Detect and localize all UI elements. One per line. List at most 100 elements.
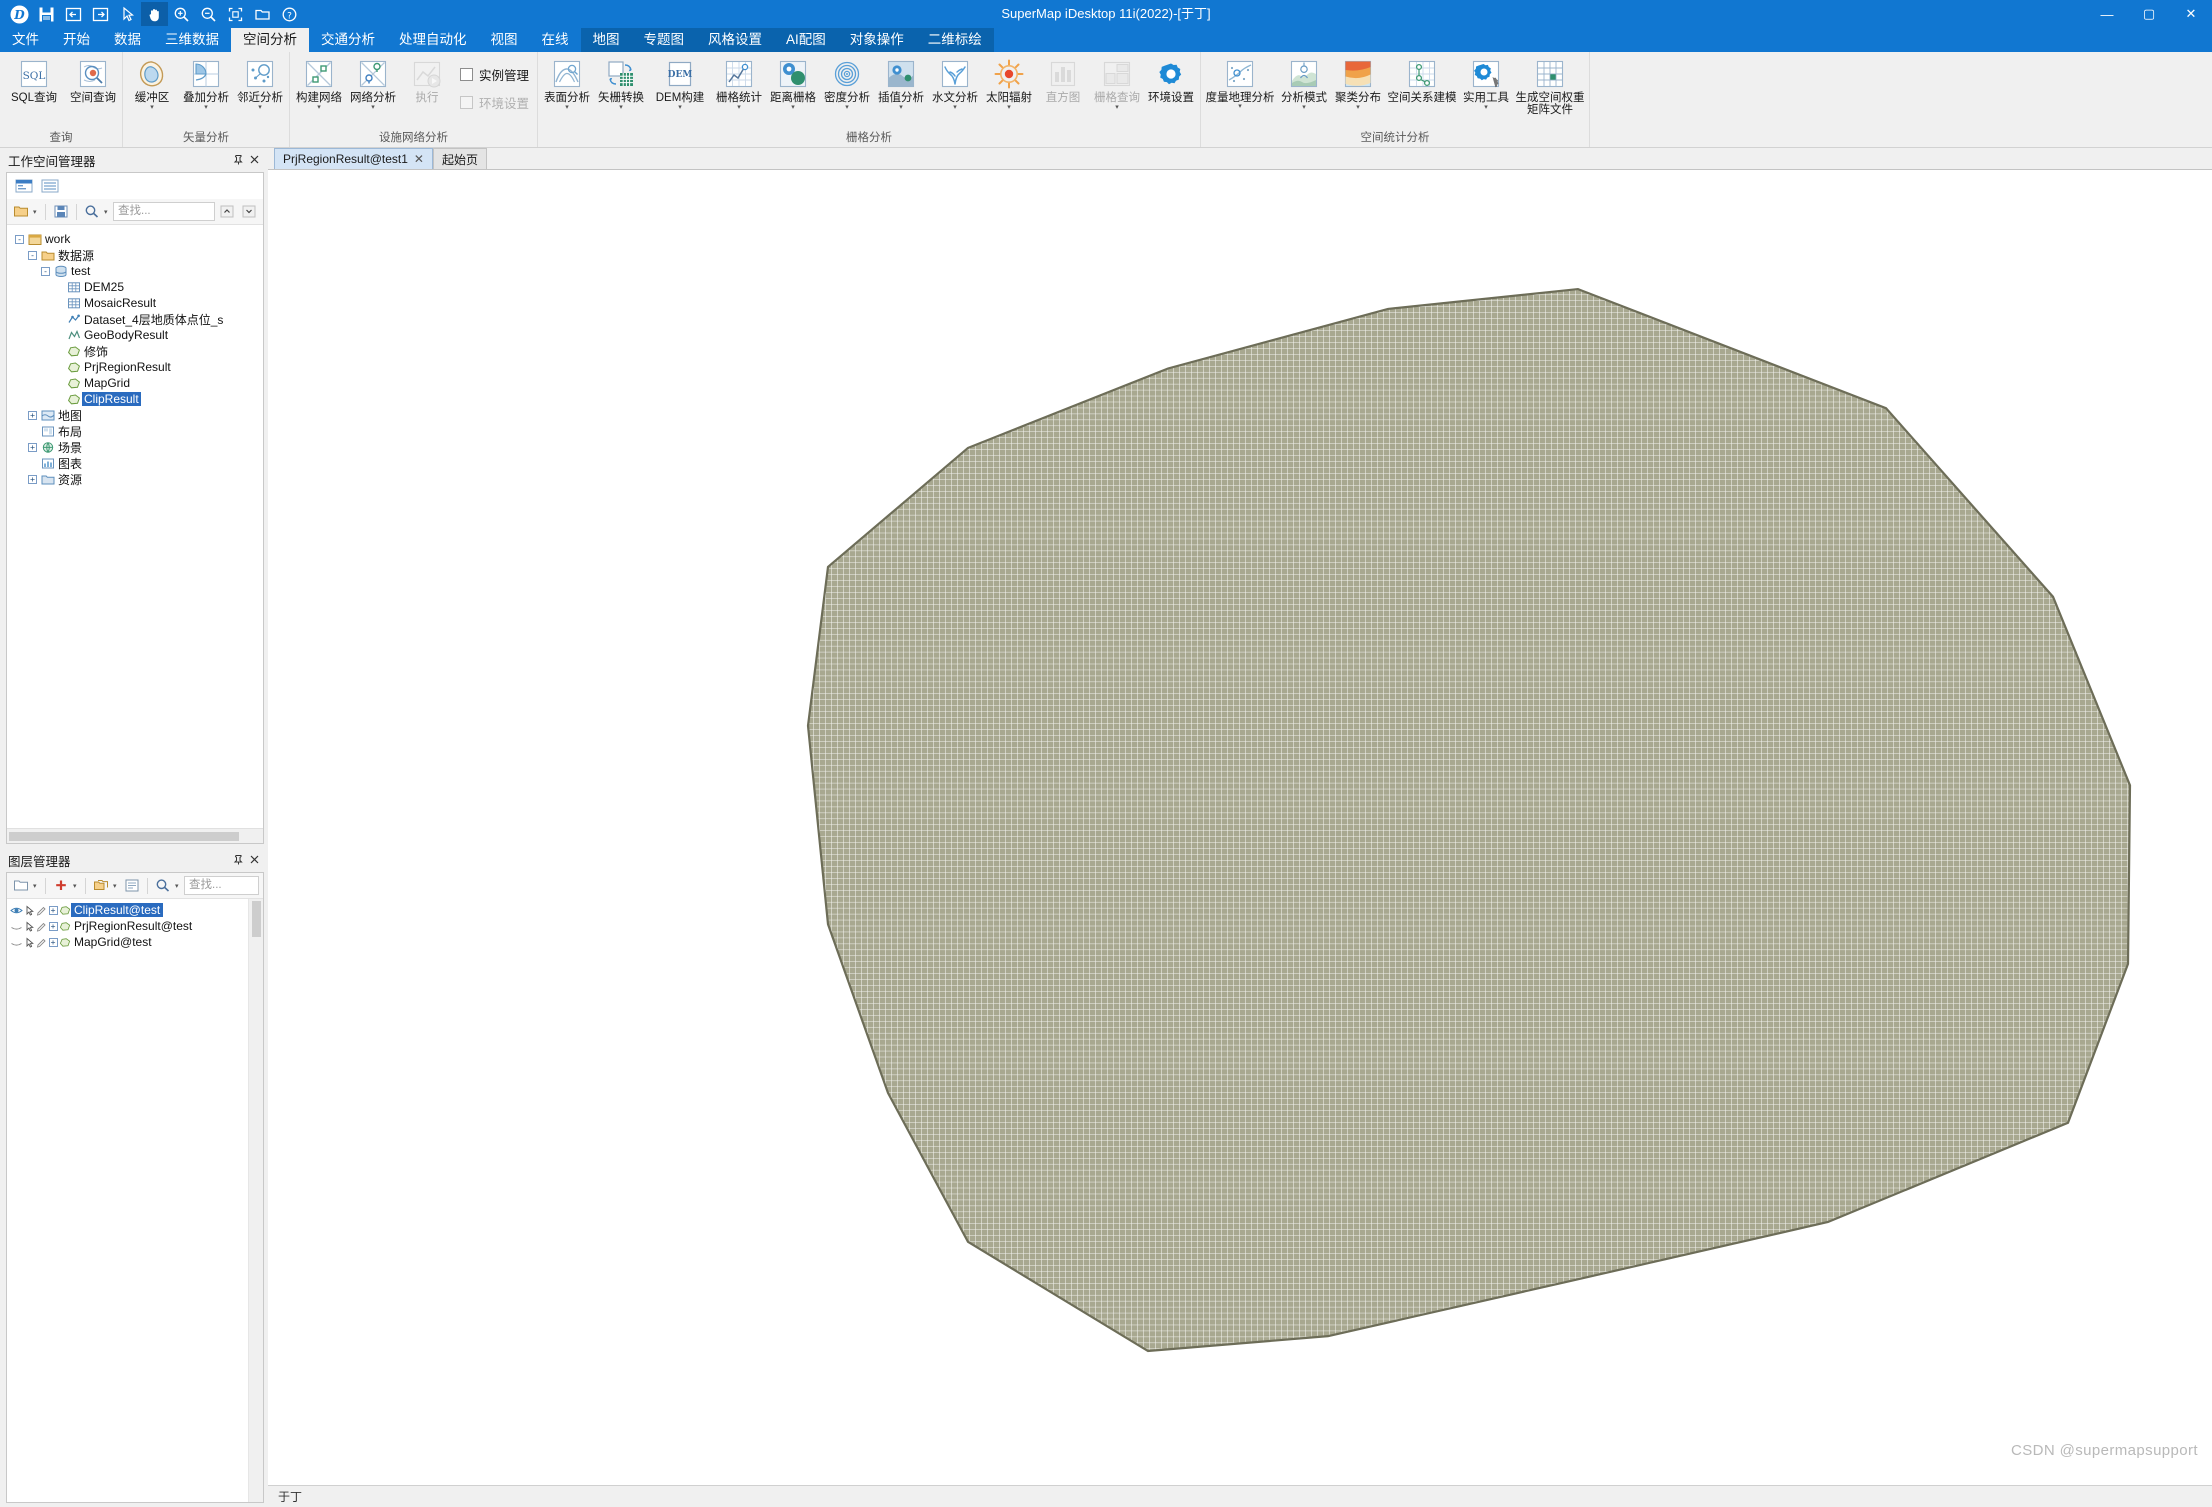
chevron-down-icon[interactable]: ▾	[317, 104, 321, 112]
search-icon[interactable]	[82, 202, 102, 222]
ribbon-tab-0[interactable]: 文件	[0, 28, 51, 52]
ribbon-button-spatial-relation-model[interactable]: 空间关系建模	[1385, 57, 1459, 104]
ribbon-tab-12[interactable]: AI配图	[774, 28, 838, 52]
chevron-down-icon[interactable]: ▾	[1115, 104, 1119, 112]
maximize-button[interactable]: ▢	[2128, 0, 2170, 28]
new-workspace-icon[interactable]	[11, 202, 31, 222]
zoom-in-icon[interactable]	[168, 2, 195, 26]
eye-icon[interactable]	[9, 937, 23, 948]
tree-node[interactable]: ClipResult	[7, 391, 263, 407]
layer-scrollbar-thumb[interactable]	[252, 901, 261, 937]
chevron-down-icon[interactable]: ▾	[899, 104, 903, 112]
layer-search-caret-icon[interactable]: ▾	[175, 882, 182, 890]
map-canvas[interactable]	[268, 170, 2212, 1485]
ribbon-button-proximity[interactable]: 邻近分析 ▾	[233, 57, 287, 112]
close-icon[interactable]: ✕	[414, 152, 424, 166]
layer-add-group-icon[interactable]	[11, 876, 31, 896]
tree-node[interactable]: MapGrid	[7, 375, 263, 391]
layer-search-icon[interactable]	[153, 876, 173, 896]
tree-node[interactable]: 修饰	[7, 343, 263, 359]
ribbon-tab-5[interactable]: 交通分析	[309, 28, 387, 52]
undo-icon[interactable]	[60, 2, 87, 26]
ribbon-tab-14[interactable]: 二维标绘	[915, 28, 994, 52]
ribbon-tab-11[interactable]: 风格设置	[696, 28, 774, 52]
workspace-horizontal-scrollbar[interactable]	[7, 828, 263, 843]
open-folder-icon[interactable]	[249, 2, 276, 26]
zoom-out-icon[interactable]	[195, 2, 222, 26]
expand-icon[interactable]: +	[47, 921, 59, 931]
ribbon-button-env-settings[interactable]: 环境设置	[1144, 57, 1198, 105]
ribbon-tab-10[interactable]: 专题图	[631, 28, 696, 52]
search-caret-icon[interactable]: ▾	[104, 208, 111, 216]
tree-node[interactable]: DEM25	[7, 279, 263, 295]
tree-node[interactable]: Dataset_4层地质体点位_s	[7, 311, 263, 327]
chevron-down-icon[interactable]: ▾	[565, 104, 569, 112]
ribbon-tab-3[interactable]: 三维数据	[153, 28, 231, 52]
ribbon-button-utilities[interactable]: 实用工具 ▾	[1459, 57, 1513, 112]
chevron-down-icon[interactable]: ▾	[1484, 104, 1488, 112]
collapse-icon[interactable]: -	[13, 233, 26, 246]
close-icon[interactable]	[246, 153, 262, 168]
layer-search-input[interactable]: 查找...	[184, 876, 259, 895]
ribbon-tab-2[interactable]: 数据	[102, 28, 153, 52]
tree-node[interactable]: - work	[7, 231, 263, 247]
ribbon-button-hydrology[interactable]: 水文分析 ▾	[928, 57, 982, 112]
ribbon-button-solar-radiation[interactable]: 太阳辐射 ▾	[982, 57, 1036, 112]
workspace-tree[interactable]: - work - 数据源 - test DEM25 MosaicResult Dataset_4…	[7, 225, 263, 828]
ribbon-button-spatial-query[interactable]: 空间查询	[66, 57, 120, 105]
workspace-list-view-icon[interactable]	[39, 176, 61, 196]
ribbon-tab-9[interactable]: 地图	[580, 28, 632, 52]
chevron-down-icon[interactable]: ▾	[1238, 103, 1242, 111]
ribbon-button-analysis-pattern[interactable]: 分析模式 ▾	[1277, 57, 1331, 112]
tree-node[interactable]: GeoBodyResult	[7, 327, 263, 343]
workspace-search-input[interactable]: 查找...	[113, 202, 215, 221]
collapse-icon[interactable]: -	[39, 265, 52, 278]
tree-node[interactable]: + 资源	[7, 471, 263, 487]
tree-node[interactable]: - test	[7, 263, 263, 279]
ribbon-button-network-analysis[interactable]: 网络分析 ▾	[346, 57, 400, 112]
help-icon[interactable]: ?	[276, 2, 303, 26]
new-workspace-caret-icon[interactable]: ▾	[33, 208, 40, 216]
editable-icon[interactable]	[35, 905, 47, 916]
ribbon-button-build-network[interactable]: 构建网络 ▾	[292, 57, 346, 112]
layer-list[interactable]: + ClipResult@test + PrjRegionResult@test + Ma…	[7, 899, 248, 1502]
tree-node[interactable]: MosaicResult	[7, 295, 263, 311]
save-workspace-icon[interactable]	[51, 202, 71, 222]
document-tab-0[interactable]: PrjRegionResult@test1 ✕	[274, 148, 433, 169]
tree-node[interactable]: 图表	[7, 455, 263, 471]
checkbox-row-0[interactable]: 实例管理	[460, 65, 529, 84]
ribbon-button-interpolation[interactable]: 插值分析 ▾	[874, 57, 928, 112]
chevron-down-icon[interactable]: ▾	[1356, 104, 1360, 112]
workspace-tree-view-icon[interactable]	[13, 176, 35, 196]
expand-icon[interactable]: +	[26, 473, 39, 486]
layer-group-caret-icon[interactable]: ▾	[113, 882, 120, 890]
selectable-icon[interactable]	[23, 921, 35, 932]
chevron-down-icon[interactable]: ▾	[737, 104, 741, 112]
collapse-icon[interactable]: -	[26, 249, 39, 262]
ribbon-button-buffer[interactable]: 缓冲区 ▾	[125, 57, 179, 112]
tree-node[interactable]: PrjRegionResult	[7, 359, 263, 375]
redo-icon[interactable]	[87, 2, 114, 26]
document-tab-1[interactable]: 起始页	[432, 148, 487, 169]
pin-icon[interactable]	[230, 153, 246, 168]
chevron-down-icon[interactable]: ▾	[791, 104, 795, 112]
expand-icon[interactable]: +	[47, 905, 59, 915]
expand-icon[interactable]: +	[47, 937, 59, 947]
layer-row[interactable]: + MapGrid@test	[7, 934, 248, 950]
ribbon-button-surface-analysis[interactable]: 表面分析 ▾	[540, 57, 594, 112]
add-layer-icon[interactable]	[51, 876, 71, 896]
add-layer-caret-icon[interactable]: ▾	[73, 882, 80, 890]
chevron-down-icon[interactable]: ▾	[204, 104, 208, 112]
ribbon-button-vector-raster[interactable]: 矢栅转换 ▾	[594, 57, 648, 112]
eye-icon[interactable]	[9, 921, 23, 932]
ribbon-tab-13[interactable]: 对象操作	[837, 28, 916, 52]
expand-icon[interactable]: +	[26, 409, 39, 422]
chevron-down-icon[interactable]: ▾	[845, 104, 849, 112]
layer-row[interactable]: + PrjRegionResult@test	[7, 918, 248, 934]
ribbon-tab-8[interactable]: 在线	[530, 28, 581, 52]
layer-add-group-caret-icon[interactable]: ▾	[33, 882, 40, 890]
chevron-down-icon[interactable]: ▾	[258, 104, 262, 112]
chevron-down-icon[interactable]: ▾	[371, 104, 375, 112]
tree-node[interactable]: - 数据源	[7, 247, 263, 263]
ribbon-button-sql-query[interactable]: SQL SQL查询	[2, 57, 66, 105]
